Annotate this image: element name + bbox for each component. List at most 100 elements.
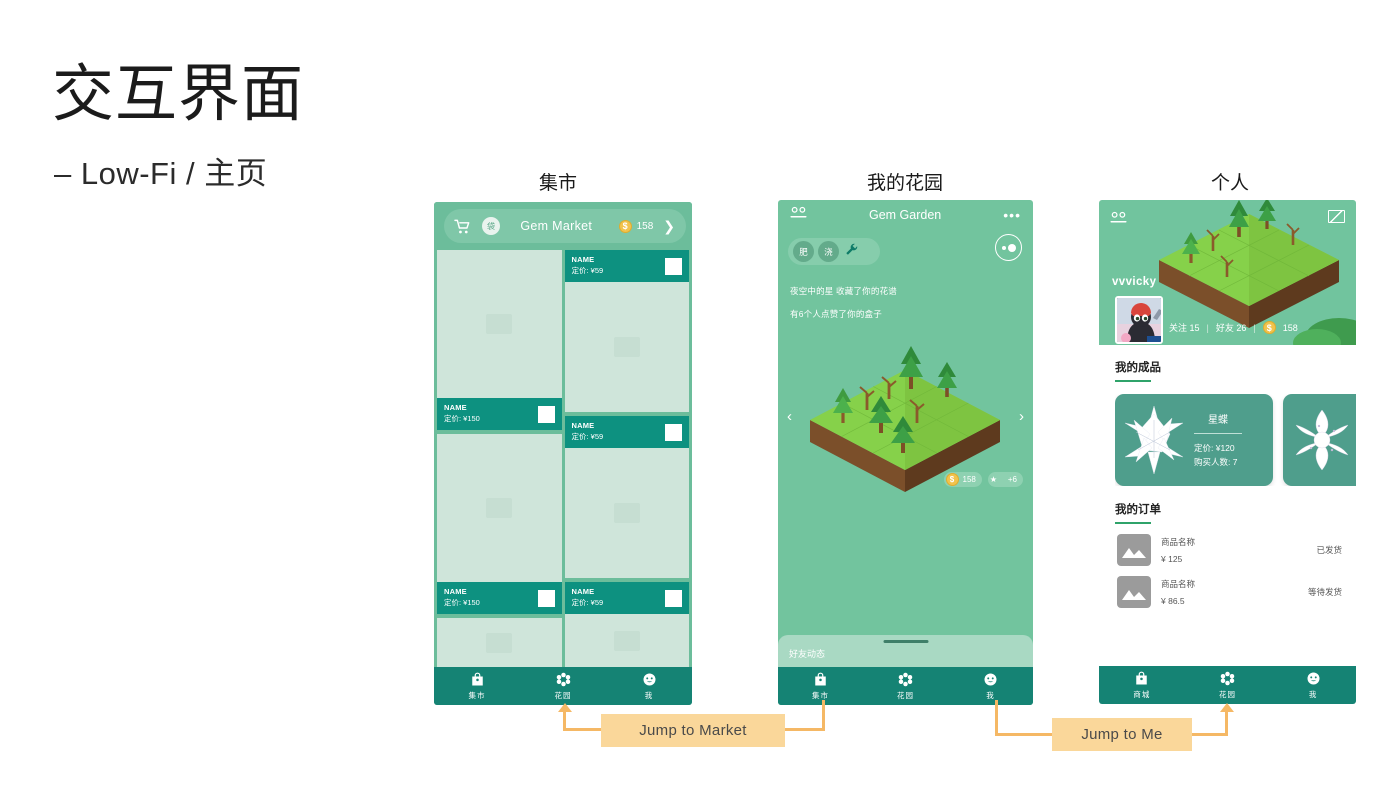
shopping-bag-icon	[1134, 671, 1149, 686]
product-buy-button[interactable]	[537, 589, 555, 607]
garden-stats: $ 158 ★ +6	[943, 472, 1023, 487]
product-label: NAME 定价: ¥150	[437, 582, 562, 614]
chevron-right-icon[interactable]: ❯	[663, 218, 675, 235]
shopping-bag-icon	[813, 672, 828, 687]
product-card[interactable]: NAME 定价: ¥59	[564, 416, 689, 578]
nav-item-me[interactable]: 我	[606, 672, 692, 701]
wrench-icon[interactable]	[844, 242, 859, 262]
product-price: 定价: ¥150	[444, 414, 480, 423]
flower-icon	[898, 672, 913, 687]
next-arrow-icon[interactable]: ›	[1019, 408, 1024, 425]
notification-item: 有6个人点赞了你的盒子	[790, 309, 882, 319]
nav-item-garden[interactable]: 花园	[863, 672, 948, 701]
mail-icon[interactable]	[1328, 210, 1345, 223]
nav-item-garden[interactable]: 花园	[1185, 671, 1271, 700]
friends-feed-panel[interactable]: 好友动态	[778, 635, 1033, 667]
snowflake-icon	[1285, 400, 1356, 480]
connector-arrowhead	[558, 703, 572, 712]
shopping-bag-icon	[470, 672, 485, 687]
nav-item-garden[interactable]: 花园	[520, 672, 606, 701]
product-name: NAME	[444, 403, 467, 413]
star-icon: ★	[989, 474, 998, 484]
mode-toggle-icon[interactable]	[995, 234, 1022, 261]
order-row[interactable]: 商品名称 ¥ 86.5 等待发货	[1117, 576, 1356, 608]
product-image	[437, 250, 562, 398]
market-product-grid: NAME 定价: ¥150 NAME 定价: ¥150 NAME 定价: ¥59…	[434, 250, 692, 667]
order-info: 商品名称 ¥ 125	[1161, 536, 1316, 564]
fertilizer-icon[interactable]: 肥	[793, 241, 814, 262]
product-card[interactable]: NAME 定价: ¥59	[564, 250, 689, 412]
coin-count: 158	[962, 475, 976, 484]
product-price: 定价: ¥59	[571, 598, 604, 607]
section-underline	[1115, 380, 1151, 382]
product-image[interactable]	[437, 618, 562, 667]
people-icon[interactable]	[790, 206, 807, 224]
nav-item-me[interactable]: 我	[948, 672, 1033, 701]
column-caption-garden: 我的花园	[866, 173, 943, 194]
products-carousel[interactable]: 星蝶 定价: ¥120 购买人数: 7	[1115, 394, 1356, 486]
connector-line	[563, 712, 566, 730]
more-icon[interactable]: •••	[1003, 208, 1021, 222]
product-label: NAME 定价: ¥59	[564, 416, 689, 448]
profile-bottom-nav: 商城 花园 我	[1099, 666, 1356, 704]
people-icon[interactable]	[1110, 211, 1127, 229]
coin-badge: $ 158	[943, 472, 982, 487]
product-buy-button[interactable]	[537, 405, 555, 423]
nav-label: 花园	[897, 690, 914, 700]
product-image	[564, 282, 689, 412]
callout-jump-to-me: Jump to Me	[1052, 718, 1192, 751]
nav-label: 我	[644, 690, 654, 700]
product-label: NAME 定价: ¥150	[437, 398, 562, 430]
product-name: NAME	[571, 255, 595, 265]
nav-item-me[interactable]: 我	[1270, 671, 1356, 700]
market-column-right: NAME 定价: ¥59 NAME 定价: ¥59 NAME 定价: ¥59	[564, 250, 689, 667]
products-section-title: 我的成品	[1115, 362, 1161, 374]
nav-item-mall[interactable]: 商城	[1099, 671, 1185, 700]
garden-title: Gem Garden	[869, 208, 942, 222]
flower-icon	[1220, 671, 1235, 686]
product-image	[437, 434, 562, 582]
friends-feed-label: 好友动态	[789, 649, 826, 659]
product-buy-button[interactable]	[665, 589, 682, 607]
divider	[1194, 433, 1242, 435]
order-status: 已发货	[1316, 545, 1342, 555]
following-count: 关注 15	[1169, 323, 1200, 333]
connector-line	[995, 700, 998, 733]
product-name: NAME	[444, 587, 467, 597]
product-card[interactable]: NAME 定价: ¥150	[437, 434, 562, 614]
avatar[interactable]	[1115, 296, 1163, 344]
stat-separator: |	[1206, 322, 1209, 333]
cart-icon[interactable]	[454, 219, 471, 234]
image-placeholder-icon	[1117, 576, 1151, 608]
water-icon[interactable]: 浇	[818, 241, 839, 262]
order-row[interactable]: 商品名称 ¥ 125 已发货	[1117, 534, 1356, 566]
prev-arrow-icon[interactable]: ‹	[787, 408, 792, 425]
nav-item-market[interactable]: 集市	[434, 672, 520, 701]
profile-username: vvvicky	[1112, 276, 1157, 288]
coin-icon: $	[945, 473, 959, 486]
product-buy-button[interactable]	[665, 257, 682, 275]
product-image	[564, 448, 689, 578]
product-meta: 星蝶 定价: ¥120 购买人数: 7	[1191, 411, 1242, 468]
connector-line	[563, 728, 603, 731]
column-caption-market: 集市	[538, 173, 577, 194]
callout-jump-to-market: Jump to Market	[601, 714, 785, 747]
nav-item-market[interactable]: 集市	[778, 672, 863, 701]
product-buy-button[interactable]	[665, 423, 682, 441]
section-underline	[1115, 522, 1151, 524]
profile-hero: vvvicky 关注 15 | 好友 26 | $ 158	[1099, 200, 1356, 345]
stat-separator: |	[1253, 322, 1256, 333]
product-card[interactable]: 星蝶 定价: ¥120 购买人数: 7	[1115, 394, 1273, 486]
star-badge: ★ +6	[987, 472, 1023, 487]
product-card[interactable]: NAME 定价: ¥59	[564, 582, 689, 667]
garden-toolbar: 肥 浇	[788, 238, 880, 265]
nav-label: 花园	[1219, 689, 1236, 699]
friends-count: 好友 26	[1215, 323, 1247, 333]
phone-mockup-garden: Gem Garden ••• 肥 浇 夜空中的星 收藏了你的花谱 有6个人点赞了…	[778, 200, 1033, 705]
drag-handle[interactable]	[883, 640, 928, 643]
column-caption-profile: 个人	[1210, 173, 1249, 194]
product-label: NAME 定价: ¥59	[564, 250, 689, 282]
product-card[interactable]: NAME 定价: ¥150	[437, 250, 562, 430]
product-card[interactable]: 冰花 定价: ¥98 购买人数: 3	[1283, 394, 1356, 486]
face-icon	[1306, 671, 1321, 686]
